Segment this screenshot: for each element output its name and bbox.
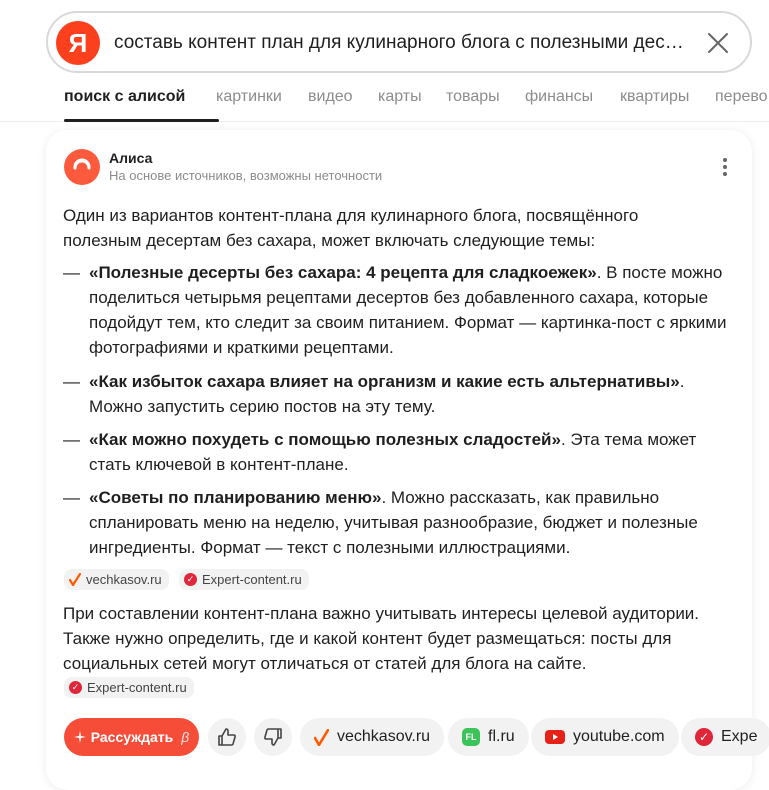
checkmark-icon bbox=[69, 573, 81, 586]
beta-badge: β bbox=[181, 729, 190, 745]
thumbs-down-icon bbox=[264, 728, 282, 746]
discuss-button[interactable]: Рассуждать β bbox=[64, 718, 199, 756]
list-item: — «Как можно похудеть с помощью полезных… bbox=[63, 427, 733, 477]
alice-avatar bbox=[64, 149, 100, 185]
like-button[interactable] bbox=[208, 718, 246, 756]
close-icon bbox=[708, 33, 728, 53]
more-options-button[interactable] bbox=[712, 154, 738, 180]
list-dash: — bbox=[63, 430, 80, 449]
tab-video[interactable]: видео bbox=[308, 88, 353, 106]
source-chip-expert-content[interactable]: ✓ Expert-content.ru bbox=[64, 677, 194, 698]
youtube-icon bbox=[545, 730, 565, 744]
sparkle-icon bbox=[73, 731, 86, 743]
link-chip-youtube[interactable]: youtube.com bbox=[531, 718, 679, 756]
link-label: youtube.com bbox=[573, 728, 665, 745]
search-bar[interactable]: Я составь контент план для кулинарного б… bbox=[46, 11, 752, 73]
link-chip-vechkasov[interactable]: vechkasov.ru bbox=[300, 718, 445, 756]
answer-author: Алиса bbox=[109, 150, 153, 166]
tab-maps[interactable]: карты bbox=[378, 88, 422, 106]
list-item: — «Советы по планированию меню». Можно р… bbox=[63, 485, 733, 560]
dot-icon bbox=[723, 172, 727, 176]
source-chip-vechkasov[interactable]: vechkasov.ru bbox=[64, 569, 169, 590]
list-item-title: «Как можно похудеть с помощью полезных с… bbox=[89, 430, 561, 449]
list-dash: — bbox=[63, 263, 80, 282]
source-name: Expert-content.ru bbox=[87, 680, 187, 695]
list-dash: — bbox=[63, 488, 80, 507]
checkmark-icon bbox=[314, 728, 329, 746]
link-chip-expert-content[interactable]: ✓ Expe bbox=[681, 718, 769, 756]
alice-logo-icon bbox=[71, 158, 93, 178]
badge-check-icon: ✓ bbox=[184, 573, 197, 586]
dislike-button[interactable] bbox=[254, 718, 292, 756]
list-item: — «Полезные десерты без сахара: 4 рецепт… bbox=[63, 260, 733, 360]
tab-finance[interactable]: финансы bbox=[525, 88, 593, 106]
list-dash: — bbox=[63, 372, 80, 391]
link-label: fl.ru bbox=[488, 728, 515, 745]
alice-answer-card: Алиса На основе источников, возможны нет… bbox=[46, 130, 752, 790]
answer-disclaimer: На основе источников, возможны неточност… bbox=[109, 168, 383, 183]
yandex-logo[interactable]: Я bbox=[56, 21, 100, 65]
answer-outro: При составлении контент-плана важно учит… bbox=[63, 604, 700, 673]
badge-check-icon: ✓ bbox=[69, 681, 82, 694]
link-label: vechkasov.ru bbox=[337, 728, 431, 745]
link-label: Expe bbox=[721, 728, 758, 745]
clear-search-button[interactable] bbox=[702, 27, 734, 59]
list-item-title: «Советы по планированию меню» bbox=[89, 488, 382, 507]
list-item: — «Как избыток сахара влияет на организм… bbox=[63, 369, 733, 419]
dot-icon bbox=[723, 165, 727, 169]
fl-logo-icon: FL bbox=[462, 728, 480, 746]
search-query-input[interactable]: составь контент план для кулинарного бло… bbox=[114, 31, 688, 55]
tab-translate[interactable]: перево bbox=[715, 88, 768, 106]
source-chip-expert-content[interactable]: ✓ Expert-content.ru bbox=[179, 569, 309, 590]
badge-check-icon: ✓ bbox=[695, 728, 713, 746]
thumbs-up-icon bbox=[218, 728, 236, 746]
list-item-title: «Полезные десерты без сахара: 4 рецепта … bbox=[89, 263, 597, 282]
active-tab-indicator bbox=[64, 119, 219, 122]
list-item-title: «Как избыток сахара влияет на организм и… bbox=[89, 372, 680, 391]
tab-apartments[interactable]: квартиры bbox=[620, 88, 689, 106]
dot-icon bbox=[723, 158, 727, 162]
link-chip-fl[interactable]: FL fl.ru bbox=[448, 718, 529, 756]
tab-alice-search[interactable]: поиск с алисой bbox=[64, 88, 185, 106]
tab-images[interactable]: картинки bbox=[216, 88, 282, 106]
source-name: Expert-content.ru bbox=[202, 572, 302, 587]
source-name: vechkasov.ru bbox=[86, 572, 162, 587]
tab-products[interactable]: товары bbox=[446, 88, 500, 106]
answer-intro: Один из вариантов контент-плана для кули… bbox=[63, 206, 639, 250]
search-tabs: поиск с алисой картинки видео карты това… bbox=[0, 82, 769, 122]
discuss-label: Рассуждать bbox=[90, 729, 174, 745]
